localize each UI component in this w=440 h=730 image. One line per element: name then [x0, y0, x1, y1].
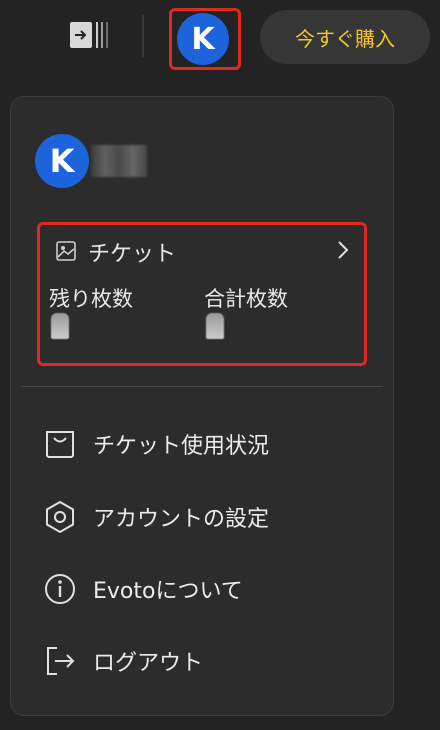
shopping-bag-icon	[43, 427, 77, 461]
account-dropdown-menu: K チケット 残り枚数 合計枚数 チケット使用状況 アカウントの設定 Evoto…	[10, 96, 394, 716]
menu-item-about-evoto[interactable]: Evotoについて	[11, 560, 393, 616]
menu-item-account-settings[interactable]: アカウントの設定	[11, 488, 393, 544]
ticket-title: チケット	[88, 242, 177, 267]
logout-icon	[43, 644, 77, 678]
info-icon	[43, 572, 77, 606]
ticket-panel[interactable]: チケット 残り枚数 合計枚数	[37, 222, 367, 366]
chevron-right-icon[interactable]	[336, 239, 350, 261]
top-bar: K 今すぐ購入	[0, 0, 440, 80]
menu-avatar: K	[35, 134, 89, 188]
account-avatar-button[interactable]: K	[169, 8, 241, 70]
menu-item-label: ログアウト	[93, 651, 204, 676]
buy-now-button[interactable]: 今すぐ購入	[260, 10, 430, 64]
avatar: K	[177, 13, 229, 65]
menu-item-logout[interactable]: ログアウト	[11, 632, 393, 688]
menu-divider	[21, 386, 383, 387]
total-tickets-value	[206, 313, 224, 339]
menu-item-ticket-usage[interactable]: チケット使用状況	[11, 415, 393, 471]
username-redacted	[91, 145, 147, 177]
settings-hexagon-icon	[43, 500, 77, 534]
remaining-tickets-label: 残り枚数	[49, 287, 133, 311]
image-icon	[56, 241, 76, 261]
menu-item-label: Evotoについて	[93, 579, 243, 604]
collapse-sidebar-icon[interactable]	[70, 18, 110, 52]
menu-item-label: アカウントの設定	[93, 507, 270, 532]
total-tickets-label: 合計枚数	[204, 287, 288, 311]
remaining-tickets-value	[51, 313, 69, 339]
toolbar-divider	[142, 15, 144, 57]
menu-item-label: チケット使用状況	[93, 434, 270, 459]
